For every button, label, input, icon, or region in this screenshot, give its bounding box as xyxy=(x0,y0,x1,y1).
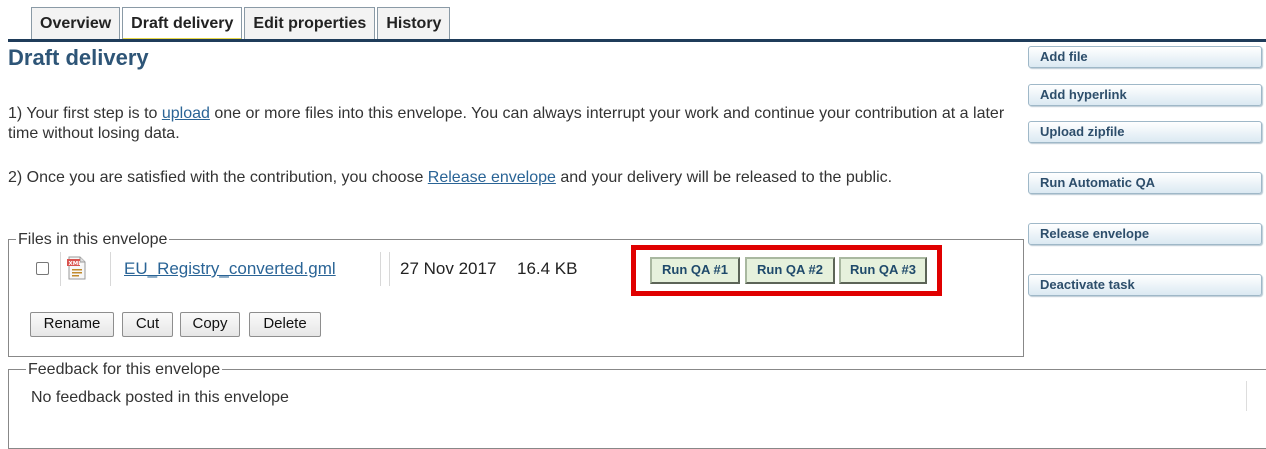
copy-button[interactable]: Copy xyxy=(180,312,240,337)
scroll-edge xyxy=(1246,381,1247,411)
step2-prefix: 2) Once you are satisfied with the contr… xyxy=(8,169,428,186)
instruction-step-2: 2) Once you are satisfied with the contr… xyxy=(8,168,1018,188)
page-title: Draft delivery xyxy=(8,45,149,70)
step2-suffix: and your delivery will be released to th… xyxy=(555,169,893,186)
run-qa-2-button[interactable]: Run QA #2 xyxy=(745,257,835,284)
tab-edit-properties[interactable]: Edit properties xyxy=(244,7,376,39)
step1-prefix: 1) Your first step is to xyxy=(8,105,162,122)
release-envelope-link[interactable]: Release envelope xyxy=(428,169,556,186)
column-divider xyxy=(389,252,390,286)
files-legend: Files in this envelope xyxy=(16,231,170,249)
tab-overview[interactable]: Overview xyxy=(31,7,121,39)
column-divider xyxy=(60,252,61,286)
column-divider xyxy=(110,252,111,286)
upload-zipfile-button[interactable]: Upload zipfile xyxy=(1028,121,1262,143)
delete-button[interactable]: Delete xyxy=(249,312,321,337)
svg-text:XML: XML xyxy=(69,261,83,267)
upload-link[interactable]: upload xyxy=(162,105,210,122)
run-qa-3-button[interactable]: Run QA #3 xyxy=(839,257,927,284)
run-qa-1-button[interactable]: Run QA #1 xyxy=(650,257,740,284)
add-hyperlink-button[interactable]: Add hyperlink xyxy=(1028,84,1262,106)
xml-file-icon: XML xyxy=(67,256,86,280)
feedback-message: No feedback posted in this envelope xyxy=(31,389,289,406)
feedback-fieldset xyxy=(8,369,1266,449)
deactivate-task-button[interactable]: Deactivate task xyxy=(1028,274,1262,296)
file-name-link[interactable]: EU_Registry_converted.gml xyxy=(124,259,336,279)
release-envelope-button[interactable]: Release envelope xyxy=(1028,223,1262,245)
run-automatic-qa-button[interactable]: Run Automatic QA xyxy=(1028,172,1262,194)
instruction-step-1: 1) Your first step is to upload one or m… xyxy=(8,104,1018,144)
add-file-button[interactable]: Add file xyxy=(1028,46,1262,68)
file-size: 16.4 KB xyxy=(517,259,578,278)
cut-button[interactable]: Cut xyxy=(122,312,173,337)
tab-draft-delivery[interactable]: Draft delivery xyxy=(122,7,243,41)
tab-bar: Overview Draft delivery Edit properties … xyxy=(31,7,452,41)
file-select-checkbox[interactable] xyxy=(36,262,49,275)
column-divider xyxy=(380,252,381,286)
feedback-legend: Feedback for this envelope xyxy=(26,361,223,379)
tab-history[interactable]: History xyxy=(377,7,451,39)
rename-button[interactable]: Rename xyxy=(30,312,114,337)
file-date: 27 Nov 2017 xyxy=(400,259,497,278)
tab-divider xyxy=(8,39,1266,42)
